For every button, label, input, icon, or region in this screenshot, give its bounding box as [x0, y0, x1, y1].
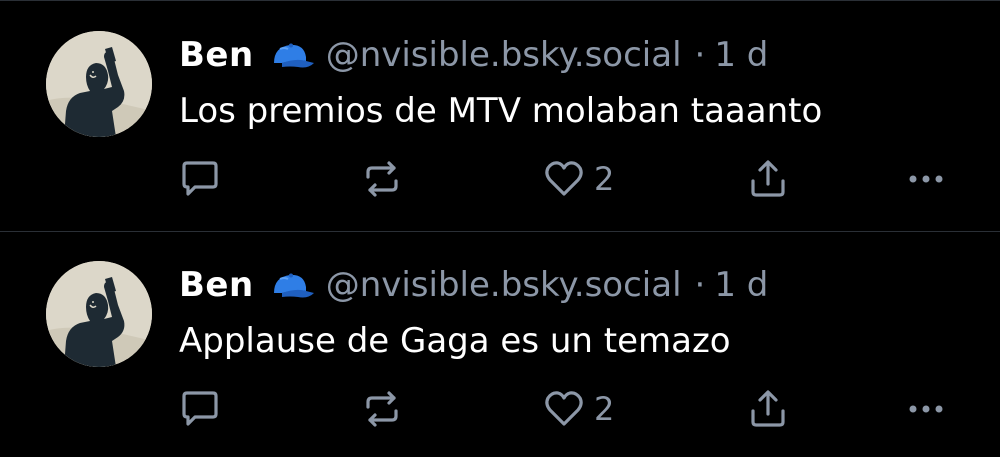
divider	[0, 0, 1000, 1]
share-icon	[746, 387, 790, 431]
reply-icon	[178, 387, 222, 431]
post-actions: 2	[178, 157, 958, 201]
author-name[interactable]: Ben	[179, 261, 254, 309]
post-header: Ben @nvisible.bsky.social · 1 d	[179, 31, 768, 79]
author-handle[interactable]: @nvisible.bsky.social	[326, 261, 682, 309]
more-options-icon	[904, 387, 948, 431]
like-count: 2	[594, 390, 615, 428]
reply-icon	[178, 157, 222, 201]
repost-button[interactable]	[360, 157, 404, 201]
like-heart-icon	[542, 157, 586, 201]
author-name[interactable]: Ben	[179, 31, 254, 79]
blue-cap-icon	[268, 268, 316, 302]
reply-button[interactable]	[178, 157, 222, 201]
post-feed: Ben @nvisible.bsky.social · 1 d Los prem…	[0, 0, 1000, 455]
like-button[interactable]: 2	[542, 157, 614, 201]
repost-icon	[360, 387, 404, 431]
reply-button[interactable]	[178, 387, 222, 431]
avatar[interactable]	[46, 261, 152, 367]
post-header: Ben @nvisible.bsky.social · 1 d	[179, 261, 768, 309]
separator-dot: ·	[694, 265, 706, 305]
post-text: Applause de Gaga es un temazo	[179, 321, 731, 361]
like-button[interactable]: 2	[542, 387, 614, 431]
post-timestamp[interactable]: 1 d	[714, 31, 768, 79]
repost-button[interactable]	[360, 387, 404, 431]
more-options-button[interactable]	[904, 387, 948, 431]
post-card[interactable]: Ben @nvisible.bsky.social · 1 d Los prem…	[0, 2, 1000, 227]
share-icon	[746, 157, 790, 201]
post-card[interactable]: Ben @nvisible.bsky.social · 1 d Applause…	[0, 232, 1000, 457]
separator-dot: ·	[694, 35, 706, 75]
repost-icon	[360, 157, 404, 201]
like-count: 2	[594, 160, 615, 198]
post-timestamp[interactable]: 1 d	[714, 261, 768, 309]
more-options-icon	[904, 157, 948, 201]
share-button[interactable]	[746, 157, 790, 201]
share-button[interactable]	[746, 387, 790, 431]
avatar[interactable]	[46, 31, 152, 137]
blue-cap-icon	[268, 38, 316, 72]
post-text: Los premios de MTV molaban taaanto	[179, 91, 823, 131]
author-handle[interactable]: @nvisible.bsky.social	[326, 31, 682, 79]
like-heart-icon	[542, 387, 586, 431]
post-actions: 2	[178, 387, 958, 431]
more-options-button[interactable]	[904, 157, 948, 201]
